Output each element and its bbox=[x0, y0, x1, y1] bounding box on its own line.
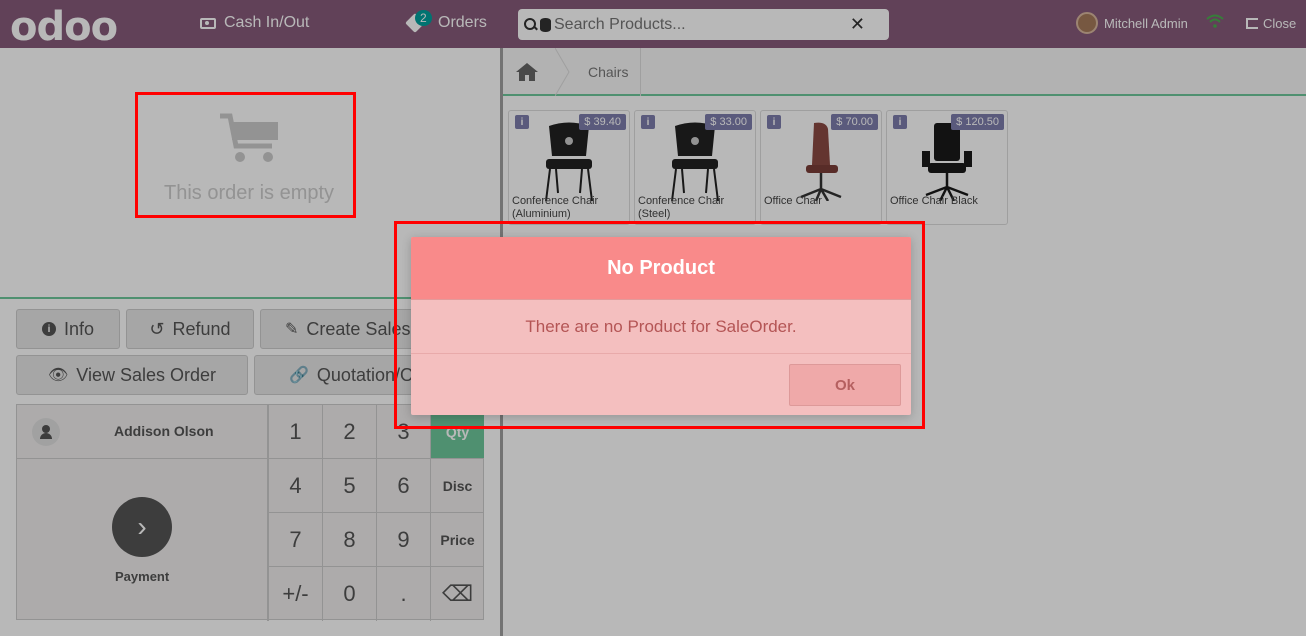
ok-button[interactable]: Ok bbox=[789, 364, 901, 406]
dialog-message: There are no Product for SaleOrder. bbox=[411, 300, 911, 354]
highlight-empty-order bbox=[135, 92, 356, 218]
error-dialog: No Product There are no Product for Sale… bbox=[411, 237, 911, 415]
dialog-title: No Product bbox=[411, 237, 911, 300]
